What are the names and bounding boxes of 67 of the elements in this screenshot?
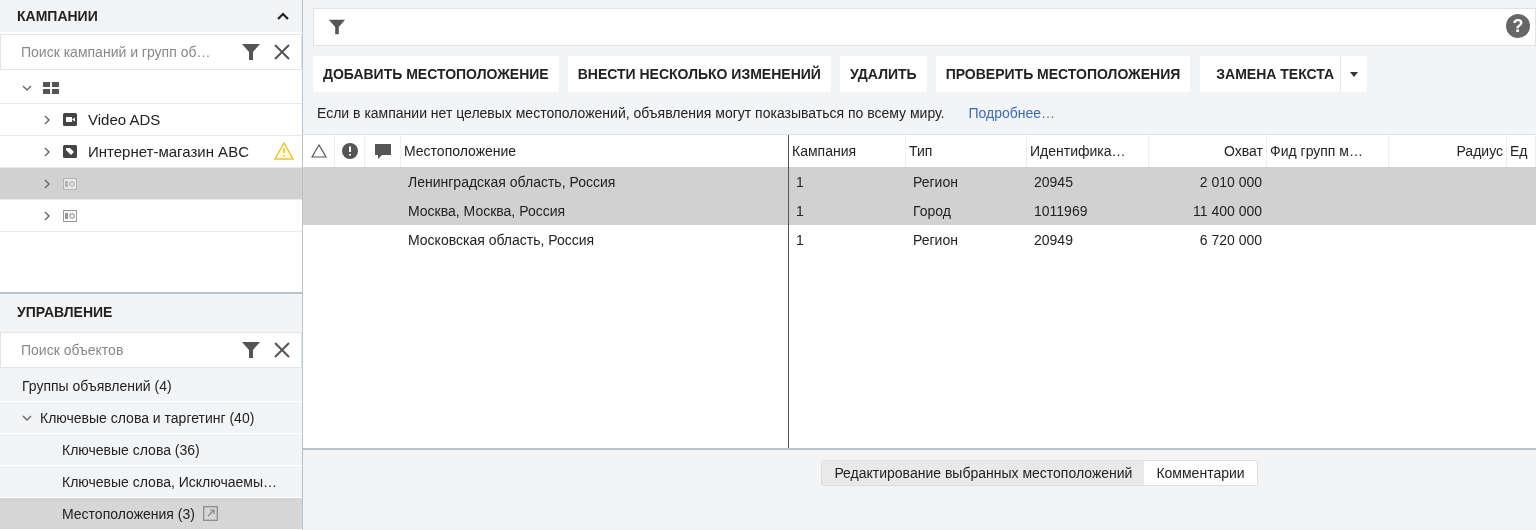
table-cell-text: Московская область, Россия — [407, 231, 596, 248]
section-title: УПРАВЛЕНИЕ — [17, 304, 113, 320]
filter-icon[interactable] — [241, 42, 261, 62]
search-input[interactable]: Поиск объектов — [19, 341, 229, 359]
toolbar-button[interactable]: ЗАМЕНА ТЕКСТА — [1200, 56, 1341, 92]
filter-icon[interactable] — [328, 18, 346, 36]
table-cell-text: Москва, Москва, Россия — [407, 202, 567, 219]
table-cell-text: 20945 — [1033, 173, 1074, 190]
nav-label: Ключевые слова, Исключаемы… — [62, 473, 277, 490]
nav-label: Ключевые слова (36) — [62, 441, 200, 458]
nav-item[interactable]: Группы объявлений (4) — [0, 370, 302, 402]
nav-item[interactable]: Ключевые слова и таргетинг (40) — [0, 402, 302, 434]
nav-label: Местоположения (3) — [62, 505, 195, 522]
table-cell-text: Город — [912, 202, 952, 219]
table-row[interactable]: Московская область, Россия 1 Регион 20949 6 720 000 — [303, 225, 1536, 254]
close-icon[interactable] — [273, 341, 291, 359]
toolbar-button[interactable]: УДАЛИТЬ — [839, 56, 927, 92]
section-title: КАМПАНИИ — [17, 8, 98, 24]
table-cell-text: 1 — [795, 202, 805, 219]
filter-icon[interactable] — [241, 340, 261, 360]
search-input[interactable]: Поиск кампаний и групп об… — [19, 43, 229, 61]
table-cell-text: 20949 — [1033, 231, 1074, 248]
table-cell-text: 1 — [795, 173, 805, 190]
table-cell-text: 2 010 000 — [1198, 173, 1263, 190]
table-row[interactable]: Ленинградская область, Россия 1 Регион 20945 2 010 000 — [303, 167, 1536, 196]
tag-icon — [63, 145, 77, 158]
error-icon[interactable] — [341, 143, 358, 159]
search-field[interactable]: Поиск кампаний и групп об… — [0, 34, 302, 70]
nav-item[interactable]: Ключевые слова (36) — [0, 434, 302, 466]
close-icon[interactable] — [273, 43, 291, 61]
warning-icon[interactable] — [310, 144, 327, 158]
nav-label: Ключевые слова и таргетинг (40) — [40, 409, 255, 426]
grid-icon — [43, 81, 59, 94]
chevron-right-icon[interactable] — [42, 210, 52, 221]
search-field[interactable]: Поиск объектов — [0, 332, 302, 368]
nav-item[interactable]: Местоположения (3) — [0, 498, 302, 530]
display-icon — [63, 209, 77, 222]
table-cell-text: 11 400 000 — [1191, 202, 1263, 219]
campaign-name: Интернет-магазин ABC — [88, 143, 249, 160]
tree-item[interactable]: Video ADS — [0, 104, 302, 136]
comment-icon[interactable] — [374, 143, 391, 159]
table-row[interactable]: Москва, Москва, Россия 1 Город 1011969 11 400 000 — [303, 196, 1536, 225]
chevron-right-icon[interactable] — [42, 146, 52, 157]
chevron-down-icon[interactable] — [22, 83, 32, 92]
toolbar-button[interactable]: ВНЕСТИ НЕСКОЛЬКО ИЗМЕНЕНИЙ — [567, 56, 831, 92]
warning-icon — [274, 142, 294, 160]
chevron-up-icon[interactable] — [276, 11, 290, 21]
notice-text: Если в кампании нет целевых местоположений, объявления могут показываться по всему миру. — [317, 105, 945, 121]
nav-label: Группы объявлений (4) — [22, 377, 172, 394]
table-cell-text: Регион — [912, 231, 959, 248]
table-cell-text: Ленинградская область, Россия — [407, 173, 617, 190]
chevron-right-icon[interactable] — [42, 178, 52, 189]
table-cell-text: Регион — [912, 173, 959, 190]
chevron-right-icon[interactable] — [42, 114, 52, 125]
campaign-name: Video ADS — [88, 111, 161, 128]
video-icon — [63, 113, 77, 126]
toolbar-button[interactable]: ПРОВЕРИТЬ МЕСТОПОЛОЖЕНИЯ — [935, 56, 1191, 92]
display-icon — [63, 177, 77, 190]
toolbar-button[interactable]: ДОБАВИТЬ МЕСТОПОЛОЖЕНИЕ — [313, 56, 559, 92]
table-cell-text: 1 — [795, 231, 805, 248]
chevron-down-icon[interactable] — [22, 413, 32, 422]
more-link[interactable]: Подробнее… — [968, 105, 1056, 121]
table-cell-text: 1011969 — [1033, 202, 1089, 219]
caret-icon — [1350, 71, 1359, 77]
table-cell-text: 6 720 000 — [1198, 231, 1263, 248]
tab[interactable]: Редактирование выбранных местоположений — [822, 461, 1145, 485]
tab[interactable]: Комментарии — [1144, 461, 1257, 485]
